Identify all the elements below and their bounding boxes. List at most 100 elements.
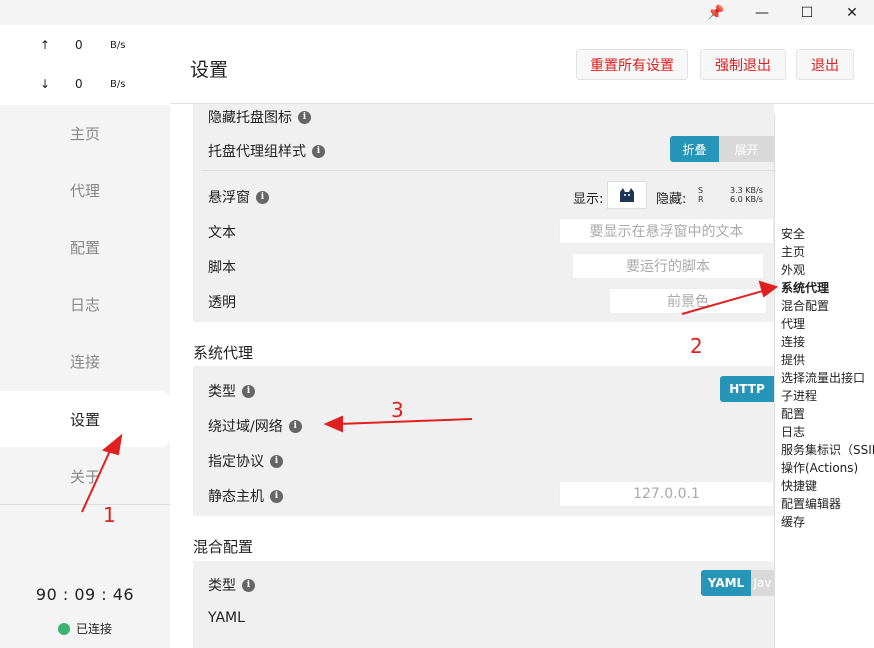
info-icon[interactable]: i: [270, 489, 283, 503]
toc-item-outbound-interface[interactable]: 选择流量出接口: [781, 369, 865, 386]
system-proxy-title: 系统代理: [193, 344, 254, 362]
cat-icon[interactable]: [607, 181, 647, 209]
upload-unit: B/s: [110, 40, 126, 51]
static-host-input[interactable]: 127.0.0.1: [559, 481, 774, 507]
toc-item-cache[interactable]: 缓存: [781, 513, 805, 530]
foreground-color-input[interactable]: 前景色: [609, 288, 767, 314]
info-icon[interactable]: i: [270, 454, 283, 468]
toc-item-config-editor[interactable]: 配置编辑器: [781, 495, 841, 512]
download-speed: ↓ 0 B/s: [0, 77, 170, 97]
proxy-type-label: 类型: [208, 384, 236, 400]
static-host-label: 静态主机: [208, 489, 264, 505]
script-label: 脚本: [208, 260, 236, 276]
sidebar-item-label: 连接: [69, 353, 100, 371]
yaml-row: YAML: [208, 610, 245, 626]
javascript-option[interactable]: Jav: [751, 570, 774, 596]
toc-item-system-proxy[interactable]: 系统代理: [781, 279, 829, 296]
quit-button[interactable]: 退出: [796, 49, 854, 80]
hide-tray-icon-label: 隐藏托盘图标: [208, 110, 292, 126]
info-icon[interactable]: i: [298, 110, 311, 124]
toc-item-actions[interactable]: 操作(Actions): [781, 459, 858, 476]
status-label: 已连接: [76, 622, 113, 636]
connection-status: 已连接: [58, 620, 112, 637]
tray-card: 隐藏托盘图标 i 托盘代理组样式 i 折叠 展开 悬浮窗 i 显示: 隐藏: S…: [193, 104, 774, 322]
yaml-label: YAML: [208, 610, 245, 626]
sidebar-item-profile[interactable]: 配置: [0, 219, 170, 276]
toc-item-mixed-config[interactable]: 混合配置: [781, 297, 829, 314]
info-icon[interactable]: i: [288, 419, 302, 433]
reset-all-settings-button[interactable]: 重置所有设置: [576, 49, 688, 80]
title-bar: 📌 — ☐ ✕: [0, 0, 874, 25]
toc-item-providers[interactable]: 提供: [781, 351, 805, 368]
expand-option[interactable]: 展开: [719, 136, 774, 162]
system-proxy-card: 类型 i HTTP 绕过域/网络 i 指定协议 i 静态主机 i 127.0.0…: [193, 366, 774, 516]
close-button[interactable]: ✕: [830, 0, 874, 25]
download-unit: B/s: [110, 79, 126, 90]
mini-speed-letters: S R: [698, 186, 712, 204]
proxy-type-row: 类型 i: [208, 381, 255, 401]
info-icon[interactable]: i: [242, 578, 255, 592]
hide-tray-icon-row: 隐藏托盘图标 i: [208, 107, 311, 127]
uptime-timer: 90 : 09 : 46: [35, 585, 135, 604]
sidebar-item-logs[interactable]: 日志: [0, 276, 170, 333]
info-icon[interactable]: i: [242, 384, 255, 398]
toc-item-home[interactable]: 主页: [781, 243, 805, 260]
protocol-label: 指定协议: [208, 454, 264, 470]
sidebar: ↑ 0 B/s ↓ 0 B/s 主页 代理 配置 日志 连接 设置 关于 90 …: [0, 25, 170, 648]
protocol-row: 指定协议 i: [208, 451, 283, 471]
sidebar-item-settings[interactable]: 设置: [0, 391, 170, 448]
sidebar-item-about[interactable]: 关于: [0, 448, 170, 505]
sidebar-item-proxy[interactable]: 代理: [0, 162, 170, 219]
toc-item-ssid[interactable]: 服务集标识（SSID: [781, 441, 874, 458]
minimize-button[interactable]: —: [740, 0, 784, 25]
speed-r: R: [698, 195, 704, 204]
toc-item-proxy[interactable]: 代理: [781, 315, 805, 332]
yaml-option[interactable]: YAML: [701, 570, 751, 596]
toc-item-appearance[interactable]: 外观: [781, 261, 805, 278]
speed-down-value: 6.0 KB/s: [730, 195, 763, 204]
toc-item-connections[interactable]: 连接: [781, 333, 805, 350]
annotation-label-2: 2: [690, 334, 703, 358]
sidebar-divider: [0, 504, 170, 505]
download-value: 0: [75, 77, 83, 91]
mixed-type-label: 类型: [208, 578, 236, 594]
toc-item-subprocess[interactable]: 子进程: [781, 387, 817, 404]
speed-panel: ↑ 0 B/s ↓ 0 B/s: [0, 25, 170, 105]
mixed-type-toggle: YAML Jav: [701, 570, 774, 596]
tray-group-style-row: 托盘代理组样式 i: [208, 141, 325, 161]
tray-group-style-label: 托盘代理组样式: [208, 144, 306, 160]
main-content: 隐藏托盘图标 i 托盘代理组样式 i 折叠 展开 悬浮窗 i 显示: 隐藏: S…: [170, 25, 874, 648]
mixed-config-card: 类型 i YAML Jav YAML: [193, 561, 774, 648]
toc-item-logs[interactable]: 日志: [781, 423, 805, 440]
sidebar-item-label: 关于: [69, 468, 100, 486]
sidebar-item-connections[interactable]: 连接: [0, 333, 170, 390]
mixed-config-title: 混合配置: [193, 538, 254, 556]
tray-style-toggle: 折叠 展开: [670, 136, 774, 162]
divider: [201, 170, 774, 171]
upload-speed: ↑ 0 B/s: [0, 38, 170, 58]
speed-s: S: [698, 186, 704, 195]
toc-item-profile[interactable]: 配置: [781, 405, 805, 422]
sidebar-item-label: 配置: [69, 239, 100, 257]
page-header: 设置 重置所有设置 强制退出 退出: [170, 25, 874, 104]
sidebar-item-home[interactable]: 主页: [0, 105, 170, 162]
download-arrow-icon: ↓: [40, 77, 51, 91]
info-icon[interactable]: i: [256, 190, 269, 204]
opacity-label: 透明: [208, 295, 236, 311]
fold-option[interactable]: 折叠: [670, 136, 719, 162]
speed-up-value: 3.3 KB/s: [730, 186, 763, 195]
http-option[interactable]: HTTP: [720, 376, 774, 402]
toc-item-security[interactable]: 安全: [781, 225, 805, 242]
float-text-input[interactable]: 要显示在悬浮窗中的文本: [559, 218, 774, 244]
info-icon[interactable]: i: [312, 144, 325, 158]
float-script-input[interactable]: 要运行的脚本: [572, 253, 764, 279]
maximize-button[interactable]: ☐: [785, 0, 829, 25]
show-label: 显示:: [573, 192, 604, 207]
pin-icon[interactable]: 📌: [694, 0, 738, 25]
force-quit-button[interactable]: 强制退出: [700, 49, 786, 80]
toc-item-hotkeys[interactable]: 快捷键: [781, 477, 817, 494]
page-title: 设置: [190, 59, 229, 81]
annotation-label-3: 3: [391, 398, 404, 422]
mini-speed-values: 3.3 KB/s 6.0 KB/s: [730, 186, 774, 204]
hide-label: 隐藏:: [656, 192, 687, 207]
